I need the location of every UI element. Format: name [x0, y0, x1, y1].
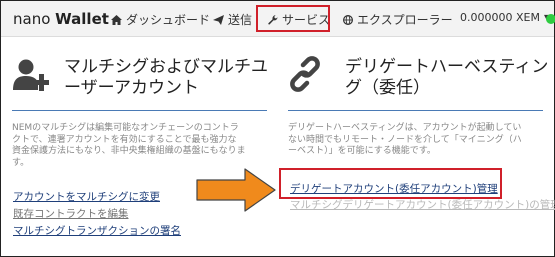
send-icon: [213, 14, 224, 25]
nav-dashboard[interactable]: ダッシュボード: [111, 11, 210, 28]
brand-text-bold: Wallet: [55, 10, 109, 28]
delegated-title-line2: グ（委任）: [345, 78, 430, 98]
multisig-title-line1: マルチシグおよびマルチユ: [64, 57, 268, 77]
delegated-title: デリゲートハーベスティン グ（委任）: [345, 57, 548, 99]
delegated-description: デリゲートハーベスティングは、アカウントが起動してい ない時間でもリモート・ノー…: [288, 123, 550, 158]
multisig-separator: [12, 110, 267, 111]
nav-send[interactable]: 送信: [213, 11, 252, 28]
nav-explorer-label: エクスプローラー: [357, 13, 453, 27]
dashboard-icon: [111, 14, 122, 25]
multisig-desc-line: 資金保護方法にもなり、非中央集権組織の基盤にもなりま: [12, 146, 246, 156]
brand-text-light: nano: [13, 10, 56, 28]
services-highlight-box: [256, 5, 330, 32]
balance-label: 0.000000 XEM: [460, 11, 540, 24]
multisig-desc-line: NEMのマルチシグは編集可能なオンチェーンのコントラ: [12, 123, 239, 133]
multisig-delegated-link[interactable]: マルチシグデリゲートアカウント(委任アカウント)の管理: [290, 197, 555, 212]
chain-link-icon: [290, 56, 320, 92]
convert-multisig-link[interactable]: アカウントをマルチシグに変更: [13, 189, 160, 204]
nav-explorer[interactable]: エクスプローラー: [343, 11, 453, 28]
delegated-highlight-box: [279, 168, 502, 199]
brand-logo[interactable]: nano Wallet: [13, 10, 109, 28]
add-user-icon: [13, 59, 49, 91]
delegated-desc-line: ーベスト）」を可能にする機能です。: [288, 146, 436, 156]
globe-icon: [343, 14, 353, 25]
delegated-title-line1: デリゲートハーベスティン: [345, 57, 549, 77]
nav-dashboard-label: ダッシュボード: [126, 13, 211, 27]
multisig-title: マルチシグおよびマルチユ ーザーアカウント: [64, 57, 268, 99]
delegated-desc-line: ない時間でもリモート・ノードを介して「マイニング（ハ: [288, 134, 522, 145]
nav-send-label: 送信: [228, 13, 253, 27]
connection-status-icon: [546, 14, 555, 24]
delegated-separator: [288, 110, 543, 111]
sign-multisig-link[interactable]: マルチシグトランザクションの署名: [13, 223, 181, 238]
edit-contract-link[interactable]: 既存コントラクトを編集: [13, 206, 129, 221]
orange-arrow-icon: [196, 168, 276, 212]
delegated-desc-line: デリゲートハーベスティングは、アカウントが起動してい: [288, 123, 522, 133]
multisig-description: NEMのマルチシグは編集可能なオンチェーンのコントラ クトで、連署アカウントを有…: [12, 123, 274, 169]
multisig-title-line2: ーザーアカウント: [64, 78, 199, 98]
multisig-desc-line: クトで、連署アカウントを有効にすることで最も強力な: [12, 134, 237, 145]
balance-dropdown[interactable]: 0.000000 XEM ▼: [460, 11, 550, 24]
